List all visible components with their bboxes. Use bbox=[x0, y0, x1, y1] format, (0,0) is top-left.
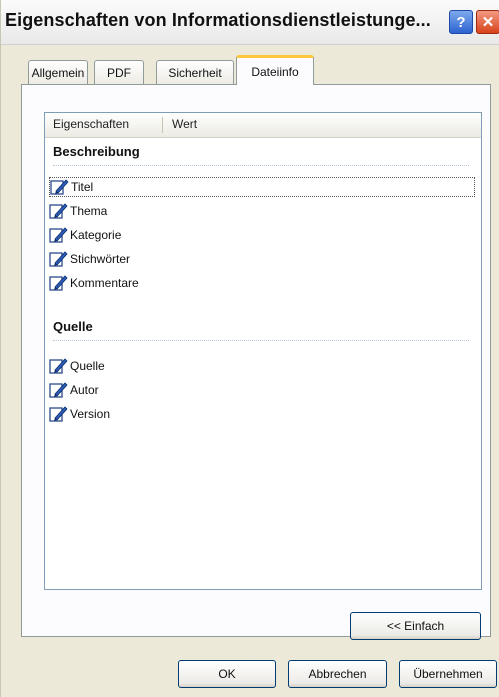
edit-property-icon bbox=[49, 251, 68, 267]
group-divider bbox=[53, 340, 469, 341]
tab-label: Allgemein bbox=[31, 65, 85, 80]
edit-property-icon bbox=[49, 382, 68, 398]
edit-property-icon bbox=[49, 227, 68, 243]
edit-property-icon bbox=[49, 203, 68, 219]
apply-button[interactable]: Übernehmen bbox=[399, 660, 497, 688]
property-label: Stichwörter bbox=[70, 252, 131, 266]
column-header-eigenschaften[interactable]: Eigenschaften bbox=[53, 117, 129, 131]
column-header-wert[interactable]: Wert bbox=[172, 117, 197, 131]
property-row-kategorie[interactable]: Kategorie bbox=[49, 225, 475, 245]
close-button[interactable]: ✕ bbox=[476, 10, 499, 34]
tab-label: PDF bbox=[107, 65, 131, 80]
help-button[interactable]: ? bbox=[449, 10, 473, 34]
ok-button[interactable]: OK bbox=[178, 660, 276, 688]
window-title: Eigenschaften von Informationsdienstleis… bbox=[5, 10, 431, 30]
list-header: Eigenschaften Wert bbox=[45, 113, 481, 138]
tab-pdf[interactable]: PDF bbox=[94, 60, 144, 84]
cancel-button[interactable]: Abbrechen bbox=[288, 660, 387, 688]
tab-dateiinfo[interactable]: Dateiinfo bbox=[236, 55, 314, 85]
simple-view-button[interactable]: << Einfach bbox=[350, 612, 481, 640]
property-row-titel[interactable]: Titel bbox=[49, 177, 475, 197]
edit-property-icon bbox=[49, 406, 68, 422]
property-row-autor[interactable]: Autor bbox=[49, 380, 475, 400]
tab-sicherheit[interactable]: Sicherheit bbox=[156, 60, 234, 84]
property-label: Autor bbox=[70, 383, 99, 397]
edit-property-icon bbox=[49, 358, 68, 374]
group-heading-quelle: Quelle bbox=[53, 319, 93, 334]
tab-allgemein[interactable]: Allgemein bbox=[28, 60, 88, 84]
property-row-version[interactable]: Version bbox=[49, 404, 475, 424]
group-divider bbox=[53, 165, 469, 166]
property-row-kommentare[interactable]: Kommentare bbox=[49, 273, 475, 293]
tab-label: Sicherheit bbox=[168, 65, 222, 80]
property-row-stichwoerter[interactable]: Stichwörter bbox=[49, 249, 475, 269]
property-label: Quelle bbox=[70, 359, 105, 373]
property-label: Kommentare bbox=[70, 276, 139, 290]
property-label: Version bbox=[70, 407, 111, 421]
property-label: Thema bbox=[70, 204, 108, 218]
column-divider[interactable] bbox=[162, 117, 163, 133]
property-label: Titel bbox=[71, 180, 94, 194]
tab-label: Dateiinfo bbox=[251, 64, 299, 79]
close-icon: ✕ bbox=[481, 14, 495, 31]
properties-dialog: Eigenschaften von Informationsdienstleis… bbox=[0, 0, 499, 697]
property-label: Kategorie bbox=[70, 228, 122, 242]
title-bar[interactable]: Eigenschaften von Informationsdienstleis… bbox=[1, 0, 499, 45]
group-heading-beschreibung: Beschreibung bbox=[53, 144, 140, 159]
edit-property-icon bbox=[50, 179, 69, 195]
property-row-thema[interactable]: Thema bbox=[49, 201, 475, 221]
edit-property-icon bbox=[49, 275, 68, 291]
property-list[interactable]: Eigenschaften Wert Beschreibung Titel Th… bbox=[44, 112, 482, 590]
help-icon: ? bbox=[456, 13, 466, 31]
property-row-quelle[interactable]: Quelle bbox=[49, 356, 475, 376]
